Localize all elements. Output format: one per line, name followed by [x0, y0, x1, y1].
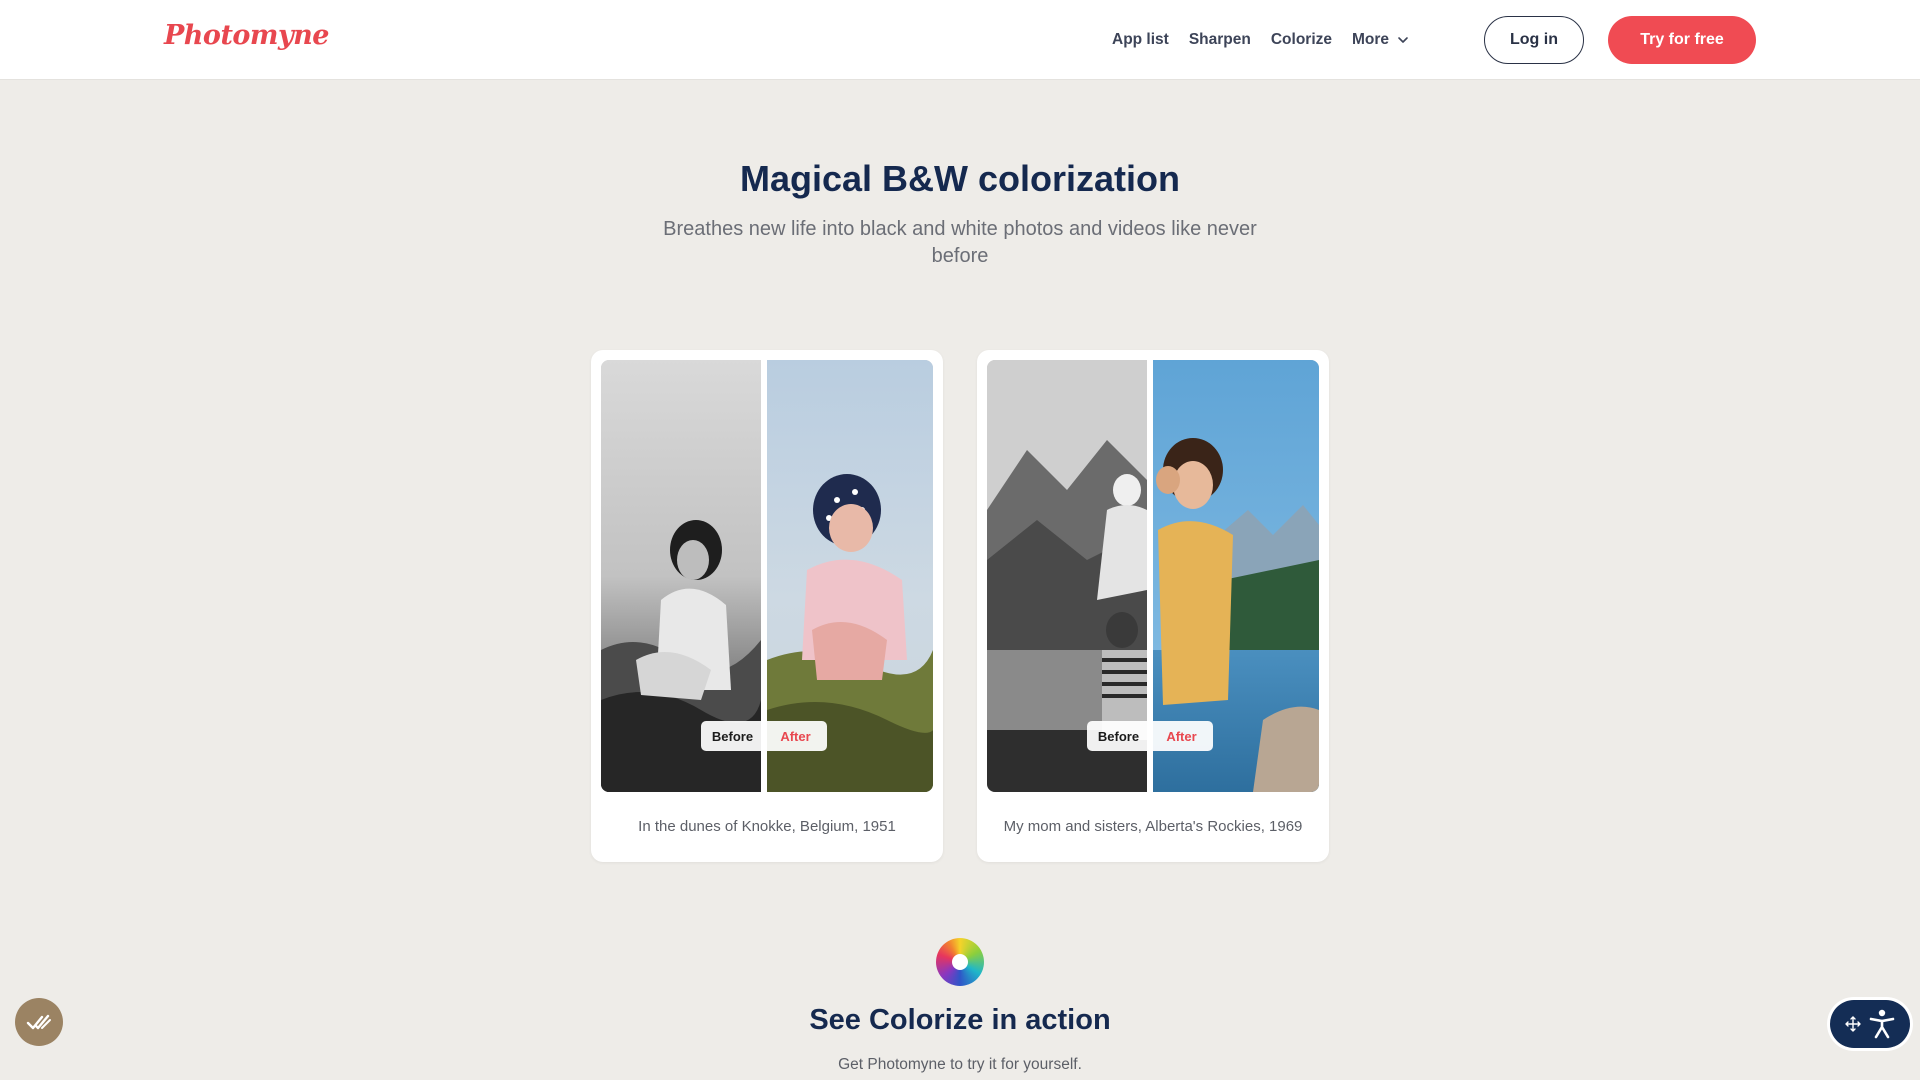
color-wheel-icon	[936, 938, 984, 986]
move-icon	[1845, 1016, 1861, 1032]
after-label[interactable]: After	[1150, 729, 1213, 744]
photomyne-logo[interactable]: Photomyne	[164, 20, 330, 51]
chevron-down-icon	[1398, 37, 1408, 43]
nav-more[interactable]: More	[1352, 31, 1409, 49]
example-card-1: Before After In the dunes of Knokke, Bel…	[591, 350, 943, 862]
accessibility-icon	[1869, 1009, 1895, 1039]
main-nav: App list Sharpen Colorize More	[1112, 0, 1409, 80]
example-card-2: Before After My mom and sisters, Alberta…	[977, 350, 1329, 862]
login-button[interactable]: Log in	[1484, 16, 1584, 64]
double-check-glyph	[26, 1014, 51, 1030]
accessibility-widget[interactable]	[1830, 1000, 1910, 1048]
section-subtitle: Get Photomyne to try it for yourself.	[838, 1056, 1082, 1073]
nav-more-label: More	[1352, 31, 1390, 48]
page-subtitle: Breathes new life into black and white p…	[663, 218, 1257, 267]
nav-sharpen[interactable]: Sharpen	[1189, 31, 1251, 49]
before-label[interactable]: Before	[701, 729, 764, 744]
nav-colorize[interactable]: Colorize	[1271, 31, 1332, 49]
after-label[interactable]: After	[764, 729, 827, 744]
section-title: See Colorize in action	[809, 1004, 1111, 1036]
site-header: Photomyne App list Sharpen Colorize More…	[0, 0, 1920, 80]
page-title: Magical B&W colorization	[739, 158, 1181, 199]
card-caption-1: In the dunes of Knokke, Belgium, 1951	[638, 818, 896, 835]
card-caption-2: My mom and sisters, Alberta's Rockies, 1…	[1003, 818, 1303, 835]
before-after-toggle-2[interactable]: Before After	[1087, 721, 1213, 751]
before-after-toggle-1[interactable]: Before After	[701, 721, 827, 751]
before-after-photo-2[interactable]: Before After	[987, 360, 1319, 792]
before-label[interactable]: Before	[1087, 729, 1150, 744]
nav-app-list[interactable]: App list	[1112, 31, 1169, 49]
before-after-photo-1[interactable]: Before After	[601, 360, 933, 792]
double-check-icon[interactable]	[15, 998, 63, 1046]
try-for-free-button[interactable]: Try for free	[1608, 16, 1756, 64]
